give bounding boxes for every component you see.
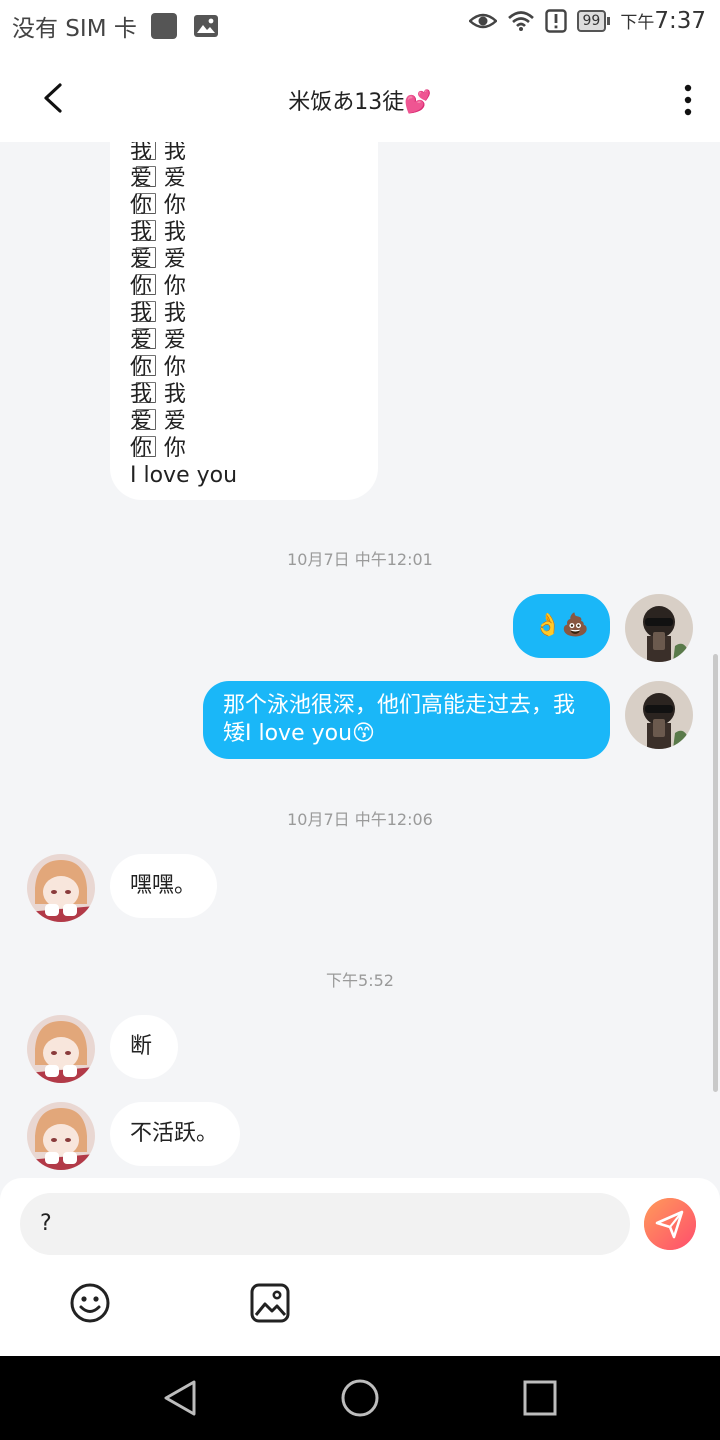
- anime-avatar-icon: [27, 1015, 95, 1083]
- chat-screen: 没有 SIM 卡 99 下午7:37 米饭あ13徒💕 我 ⃞ 我 爱 ⃞ 爱 你…: [0, 0, 720, 1440]
- my-avatar[interactable]: [625, 594, 693, 662]
- my-avatar[interactable]: [625, 681, 693, 749]
- message-text: 断: [130, 1034, 153, 1059]
- message-text-line: 那个泳池很深，他们高能走过去，我: [223, 693, 576, 718]
- timestamp: 10月7日 中午12:06: [287, 810, 433, 829]
- anime-avatar-icon: [27, 1102, 95, 1170]
- alert-icon: [544, 9, 567, 33]
- message-list[interactable]: 我 ⃞ 我爱 ⃞ 爱你 ⃞ 你我 ⃞ 我爱 ⃞ 爱你 ⃞ 你我 ⃞ 我爱 ⃞ 爱…: [0, 142, 720, 1178]
- timestamp: 10月7日 中午12:01: [287, 550, 433, 569]
- nav-recents-icon[interactable]: [518, 1378, 562, 1418]
- poem-line: 我 ⃞ 我: [130, 382, 186, 407]
- avatar-photo-icon: [625, 594, 693, 662]
- battery-tip: [607, 17, 611, 25]
- poem-line: 你 ⃞ 你: [130, 355, 186, 380]
- poem-line: 你 ⃞ 你: [130, 274, 186, 299]
- send-icon[interactable]: [644, 1198, 696, 1250]
- poem-line: 我 ⃞ 我: [130, 301, 186, 326]
- system-navigation-bar: [0, 1356, 720, 1440]
- poem-line: 爱 ⃞ 爱: [130, 409, 186, 434]
- gallery-notification-icon: [193, 15, 218, 37]
- image-icon[interactable]: [248, 1281, 292, 1325]
- outgoing-message[interactable]: 👌💩: [513, 594, 610, 658]
- incoming-message-poem[interactable]: 我 ⃞ 我爱 ⃞ 爱你 ⃞ 你我 ⃞ 我爱 ⃞ 爱你 ⃞ 你我 ⃞ 我爱 ⃞ 爱…: [110, 142, 378, 500]
- poem-line: 你 ⃞ 你: [130, 436, 186, 461]
- status-bar: 没有 SIM 卡 99 下午7:37: [0, 0, 720, 50]
- poem-line: 你 ⃞ 你: [130, 193, 186, 218]
- battery-indicator: 99: [576, 10, 611, 32]
- chat-header: 米饭あ13徒💕: [0, 50, 720, 142]
- message-text-line: 矮I love you😙: [223, 721, 375, 746]
- poem-line: 我 ⃞ 我: [130, 142, 186, 164]
- poem-line: 爱 ⃞ 爱: [130, 166, 186, 191]
- status-right: 99 下午7:37: [468, 8, 706, 34]
- incoming-message[interactable]: 嘿嘿。: [110, 854, 217, 918]
- clock: 下午7:37: [620, 8, 706, 34]
- contact-avatar[interactable]: [27, 854, 95, 922]
- message-input[interactable]: ?: [20, 1193, 630, 1255]
- message-text: 不活跃。: [130, 1121, 219, 1146]
- composer: ?: [0, 1178, 720, 1356]
- poem-line: 爱 ⃞ 爱: [130, 247, 186, 272]
- message-text: 嘿嘿。: [130, 873, 197, 898]
- emoji-icon[interactable]: [68, 1281, 112, 1325]
- nav-home-icon[interactable]: [338, 1378, 382, 1418]
- notification-square-icon: [150, 13, 177, 39]
- more-vertical-icon[interactable]: [682, 84, 694, 116]
- scrollbar[interactable]: [713, 654, 718, 1092]
- anime-avatar-icon: [27, 854, 95, 922]
- carrier-text: 没有 SIM 卡: [12, 16, 137, 42]
- incoming-message[interactable]: 断: [110, 1015, 178, 1079]
- message-text: 👌💩: [534, 613, 589, 638]
- contact-avatar[interactable]: [27, 1102, 95, 1170]
- poem-tail: I love you: [130, 463, 238, 488]
- clock-period: 下午: [620, 13, 655, 33]
- wifi-icon: [507, 11, 534, 31]
- timestamp: 下午5:52: [326, 971, 394, 990]
- poem-lines: 我 ⃞ 我爱 ⃞ 爱你 ⃞ 你我 ⃞ 我爱 ⃞ 爱你 ⃞ 你我 ⃞ 我爱 ⃞ 爱…: [130, 142, 358, 462]
- poem-line: 爱 ⃞ 爱: [130, 328, 186, 353]
- incoming-message[interactable]: 不活跃。: [110, 1102, 240, 1166]
- eye-icon: [468, 13, 497, 29]
- conversation-title: 米饭あ13徒💕: [288, 90, 432, 115]
- battery-level: 99: [576, 10, 607, 32]
- avatar-photo-icon: [625, 681, 693, 749]
- status-left: 没有 SIM 卡: [12, 9, 219, 43]
- poem-line: 我 ⃞ 我: [130, 220, 186, 245]
- contact-avatar[interactable]: [27, 1015, 95, 1083]
- clock-time: 7:37: [654, 8, 706, 34]
- outgoing-message[interactable]: 那个泳池很深，他们高能走过去，我 矮I love you😙: [203, 681, 610, 759]
- nav-back-icon[interactable]: [158, 1378, 202, 1418]
